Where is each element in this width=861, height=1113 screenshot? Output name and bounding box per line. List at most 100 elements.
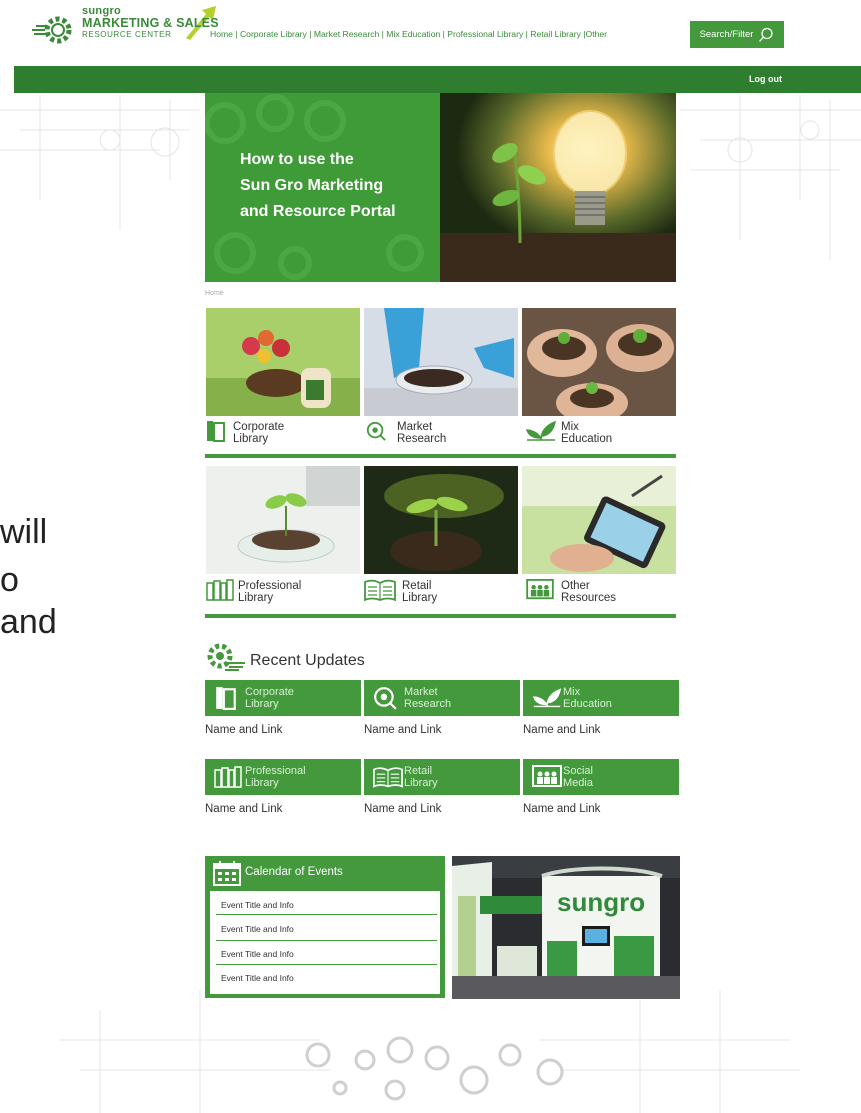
recent-social-link[interactable]: Name and Link [523, 803, 600, 815]
nav-corporate-library[interactable]: Corporate Library [240, 29, 307, 39]
nav-mix-education[interactable]: Mix Education [386, 29, 440, 39]
logout-link[interactable]: Log out [749, 74, 782, 84]
recent-professional-library-button[interactable]: Professional Library [205, 759, 361, 795]
people-board-icon [532, 765, 562, 787]
hero-title-line-1: How to use the [240, 151, 354, 168]
open-book-icon [364, 579, 396, 601]
hero-title-line-3: and Resource Portal [240, 203, 396, 220]
recent-corporate-link[interactable]: Name and Link [205, 724, 282, 736]
recent-market-link[interactable]: Name and Link [364, 724, 441, 736]
recent-box-label-line: Education [563, 698, 612, 710]
site-logo[interactable]: sungro MARKETING & SALES RESOURCE CENTER [30, 5, 220, 46]
magnifier-icon [374, 687, 397, 710]
nav-retail-library[interactable]: Retail Library [530, 29, 581, 39]
recent-mix-education-button[interactable]: Mix Education [523, 680, 679, 716]
tile-label-line: Library [238, 592, 274, 604]
nav-professional-library[interactable]: Professional Library [447, 29, 523, 39]
tile-label-line: Resources [561, 592, 616, 604]
recent-professional-link[interactable]: Name and Link [205, 803, 282, 815]
recent-social-media-button[interactable]: Social Media [523, 759, 679, 795]
recent-box-label-line: Retail [404, 765, 433, 777]
event-divider [216, 940, 437, 941]
nav-market-research[interactable]: Market Research [314, 29, 379, 39]
recent-box-label: Market Research [404, 686, 451, 710]
event-item[interactable]: Event Title and Info [221, 949, 294, 959]
recent-corporate-library-button[interactable]: Corporate Library [205, 680, 361, 716]
tile-retail-library-label[interactable]: Retail Library [402, 580, 437, 604]
tile-market-research-label[interactable]: Market Research [397, 421, 446, 445]
bookshelf-icon [214, 766, 242, 788]
trade-show-booth-image: sungro [452, 856, 680, 999]
recent-box-label-line: Library [245, 698, 279, 710]
nav-home[interactable]: Home [210, 29, 233, 39]
event-item[interactable]: Event Title and Info [221, 973, 294, 983]
recent-box-label: Professional Library [245, 765, 306, 789]
recent-box-label-line: Research [404, 698, 452, 710]
tile-mix-education-label[interactable]: Mix Education [561, 421, 612, 445]
gear-icon [207, 643, 245, 671]
breadcrumb[interactable]: Home [205, 290, 224, 297]
recent-box-label: Social Media [563, 765, 593, 789]
recent-box-label-line: Social [563, 765, 593, 777]
professional-library-image[interactable] [206, 466, 360, 574]
hero-title: How to use the Sun Gro Marketing and Res… [240, 147, 440, 225]
event-item[interactable]: Event Title and Info [221, 900, 294, 910]
event-item[interactable]: Event Title and Info [221, 924, 294, 934]
tile-label-line: Professional [238, 580, 302, 592]
book-icon [207, 421, 225, 442]
open-book-icon [373, 767, 403, 788]
hero-lightbulb-image [440, 93, 676, 282]
bookshelf-icon [206, 579, 234, 601]
corporate-library-image[interactable] [206, 308, 360, 416]
recent-box-label-line: Media [563, 777, 593, 789]
search-filter-label: Search/Filter [699, 29, 754, 40]
mix-education-image[interactable] [522, 308, 676, 416]
tile-label-line: Market [397, 421, 433, 433]
event-divider [216, 914, 437, 915]
recent-retail-library-button[interactable]: Retail Library [364, 759, 520, 795]
search-filter-button[interactable]: Search/Filter [690, 21, 784, 48]
tile-corporate-library-label[interactable]: Corporate Library [233, 421, 284, 445]
tile-other-resources-label[interactable]: Other Resources [561, 580, 616, 604]
other-resources-image[interactable] [522, 466, 676, 574]
gear-logo-icon [32, 16, 72, 44]
search-icon [759, 27, 774, 42]
tile-label-line: Retail [402, 580, 432, 592]
recent-box-label-line: Corporate [245, 686, 294, 698]
tile-label-line: Research [397, 433, 447, 445]
recent-box-label-line: Library [245, 777, 279, 789]
slide-text-line-1: will [0, 513, 48, 551]
recent-box-label-line: Market [404, 686, 438, 698]
book-icon [216, 687, 236, 710]
tile-label-line: Mix [561, 421, 579, 433]
logo-brand-main: MARKETING & SALES [82, 16, 219, 30]
recent-updates-title: Recent Updates [250, 652, 365, 669]
hero-title-line-2: Sun Gro Marketing [240, 177, 384, 194]
event-divider [216, 964, 437, 965]
recent-mix-link[interactable]: Name and Link [523, 724, 600, 736]
people-board-icon [526, 579, 554, 600]
retail-library-image[interactable] [364, 466, 518, 574]
recent-box-label: Corporate Library [245, 686, 294, 710]
recent-box-label-line: Professional [245, 765, 306, 777]
slide-text-line-3: and [0, 603, 57, 641]
recent-box-label-line: Library [404, 777, 438, 789]
calendar-title: Calendar of Events [245, 866, 343, 878]
booth-sign-text: sungro [557, 887, 645, 917]
account-bar [14, 66, 861, 93]
tile-professional-library-label[interactable]: Professional Library [238, 580, 301, 604]
recent-retail-link[interactable]: Name and Link [364, 803, 441, 815]
slide-text-line-2: o [0, 561, 19, 599]
tiles-divider-1 [205, 454, 676, 458]
tile-label-line: Other [561, 580, 590, 592]
leaves-icon [525, 420, 557, 441]
top-nav: Home | Corporate Library | Market Resear… [210, 29, 608, 39]
tile-label-line: Corporate [233, 421, 285, 433]
nav-other[interactable]: Other [586, 29, 608, 39]
tile-label-line: Library [402, 592, 438, 604]
market-research-image[interactable] [364, 308, 518, 416]
tile-label-line: Education [561, 433, 613, 445]
tiles-divider-2 [205, 614, 676, 618]
leaves-icon [532, 688, 562, 708]
recent-market-research-button[interactable]: Market Research [364, 680, 520, 716]
